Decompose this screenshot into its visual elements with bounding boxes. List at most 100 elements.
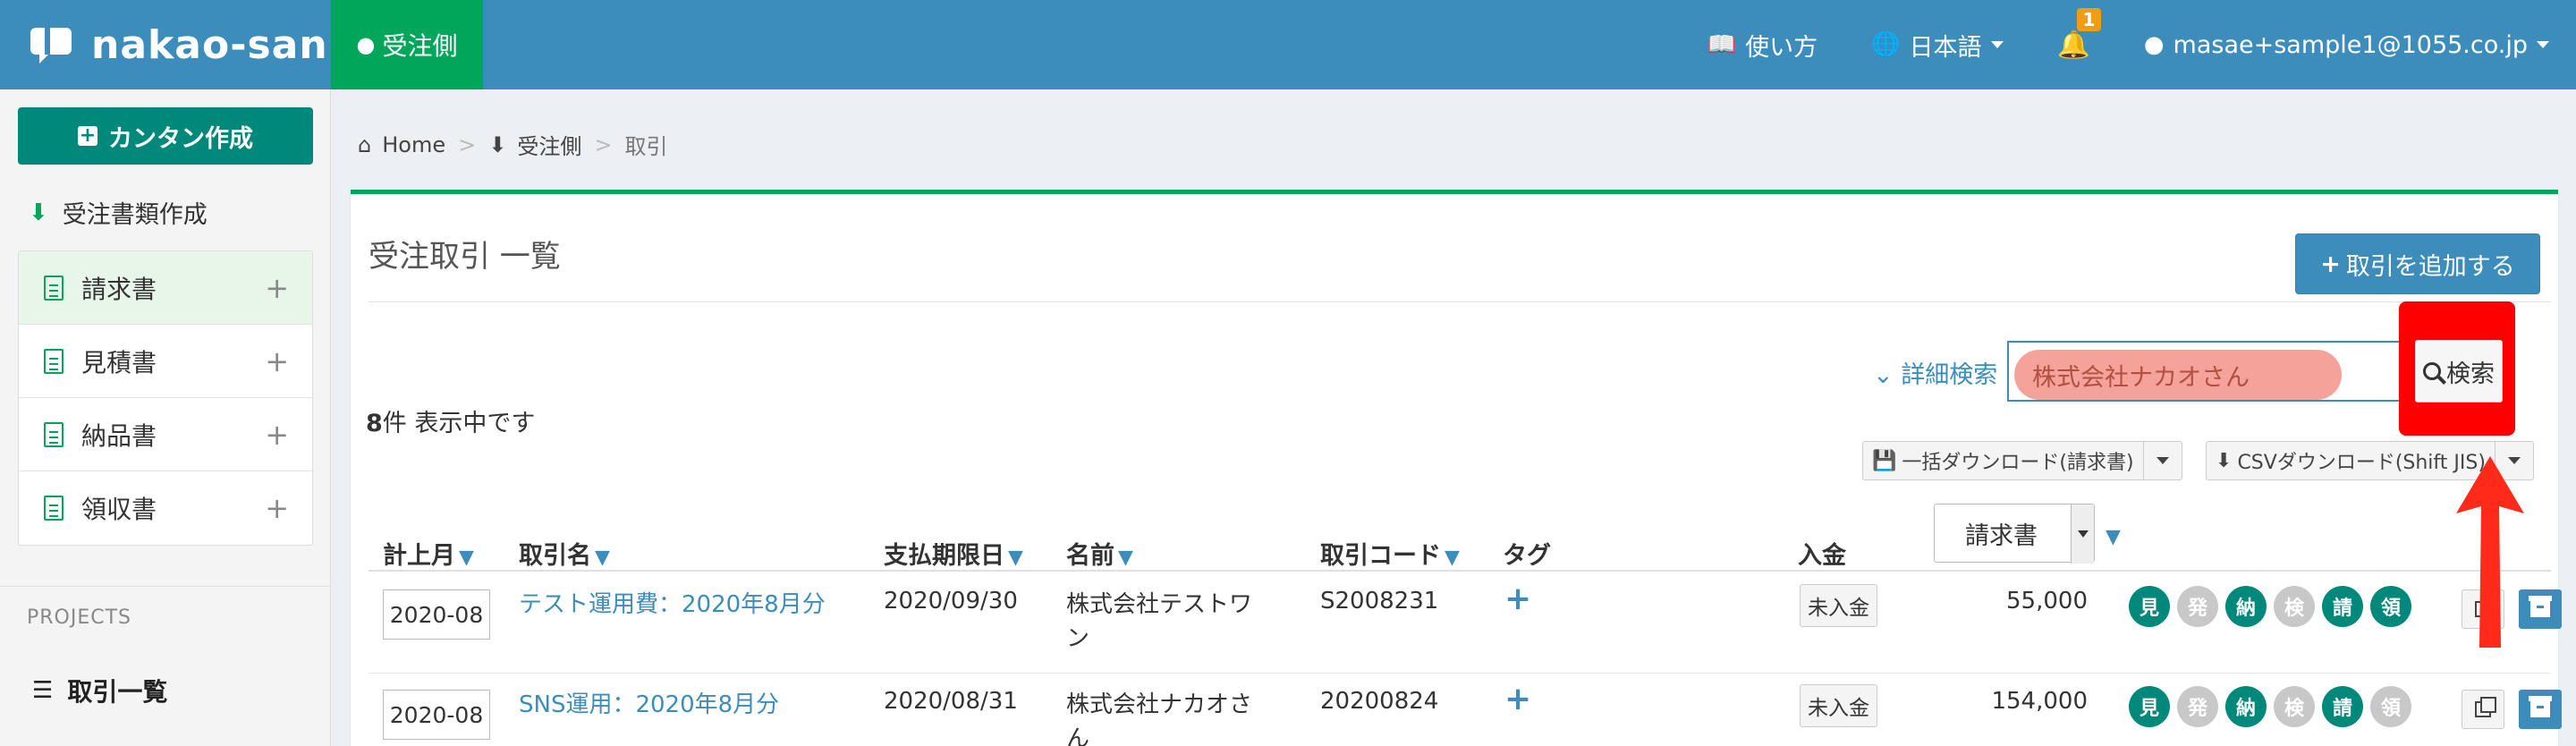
plus-icon[interactable]: + <box>265 491 289 525</box>
receipt-badge[interactable]: 領 <box>2370 686 2411 727</box>
archive-icon <box>2529 596 2552 617</box>
download-icon: ⬇ <box>29 199 48 226</box>
copy-button[interactable] <box>2462 690 2504 729</box>
column-label: 支払期限日 <box>884 542 1004 570</box>
easy-create-label: カンタン作成 <box>108 124 253 153</box>
user-icon: ● <box>2143 31 2165 58</box>
mode-tab-receiving[interactable]: ● 受注側 <box>331 0 483 89</box>
delivery-badge[interactable]: 納 <box>2225 686 2267 727</box>
bulk-download-dropdown[interactable] <box>2144 442 2182 479</box>
plus-icon[interactable]: + <box>265 418 289 452</box>
language-label: 日本語 <box>1909 33 1982 62</box>
sort-icon: ▼ <box>1008 547 1023 569</box>
client-name-line: ん <box>1066 725 1090 746</box>
sidebar-item-estimate[interactable]: 見積書 + <box>19 325 312 398</box>
deal-list-panel: 受注取引 一覧 + 取引を追加する ⌄ 詳細検索 株式会社ナカオさん 検索 8件… <box>351 190 2562 746</box>
doc-create-heading: ⬇ 受注書類作成 <box>29 195 208 230</box>
column-label: 名前 <box>1066 542 1114 570</box>
month-field[interactable]: 2020-08 <box>383 690 490 740</box>
table-row: 2020-08 テスト運用費：2020年8月分 2020/09/30 株式会社テ… <box>369 573 2562 674</box>
save-icon: 💾 <box>1872 449 1897 472</box>
nav-right: 📖 使い方 🌐 日本語 🔔 1 ● masae+sample1@1055.co.… <box>1707 0 2576 89</box>
help-link[interactable]: 📖 使い方 <box>1707 28 1818 63</box>
deal-code: S2008231 <box>1320 588 1439 615</box>
breadcrumb-receiving[interactable]: 受注側 <box>517 129 581 160</box>
mode-tab-label: 受注側 <box>382 31 458 61</box>
due-date: 2020/09/30 <box>884 588 1018 615</box>
notification-badge: 1 <box>2076 7 2102 31</box>
doc-type-select[interactable]: 請求書 <box>1934 504 2095 564</box>
breadcrumb: ⌂ Home > ⬇ 受注側 > 取引 <box>358 129 667 160</box>
csv-download-button[interactable]: ⬇ CSVダウンロード(Shift JIS) <box>2207 442 2496 479</box>
invoice-badge[interactable]: 請 <box>2322 686 2363 727</box>
bulk-download-button[interactable]: 💾 一括ダウンロード(請求書) <box>1863 442 2144 479</box>
add-tag-icon[interactable]: + <box>1504 581 1531 617</box>
app-logo[interactable]: nakao-san <box>0 0 331 89</box>
language-dropdown[interactable]: 🌐 日本語 <box>1871 28 2004 63</box>
due-date: 2020/08/31 <box>884 688 1018 715</box>
search-icon <box>2423 362 2441 380</box>
sidebar-item-delivery[interactable]: 納品書 + <box>19 398 312 471</box>
payment-status-badge[interactable]: 未入金 <box>1800 584 1877 627</box>
easy-create-button[interactable]: + カンタン作成 <box>18 107 313 165</box>
inspection-badge[interactable]: 検 <box>2274 686 2315 727</box>
receipt-badge[interactable]: 領 <box>2370 586 2411 627</box>
sidebar-item-label: 見積書 <box>81 347 157 377</box>
sidebar-item-label: 納品書 <box>81 420 157 451</box>
copy-icon <box>2475 697 2496 717</box>
doc-type-sort[interactable]: ▼ <box>2102 521 2121 549</box>
amount: 55,000 <box>2006 588 2088 615</box>
estimate-badge[interactable]: 見 <box>2129 686 2170 727</box>
search-button[interactable]: 検索 <box>2415 340 2503 403</box>
sidebar-item-deal-list[interactable]: ☰ 取引一覧 <box>32 673 167 708</box>
download-icon: ⬇ <box>2216 449 2233 472</box>
sort-icon: ▼ <box>1445 547 1460 569</box>
user-icon: ● <box>356 32 376 57</box>
file-icon <box>44 421 64 447</box>
column-header-name[interactable]: 取引名 ▼ <box>519 536 610 571</box>
document-status-badges: 見 発 納 検 請 領 <box>2129 586 2419 627</box>
add-tag-icon[interactable]: + <box>1504 681 1531 717</box>
column-header-client[interactable]: 名前 ▼ <box>1066 536 1133 571</box>
user-menu[interactable]: ● masae+sample1@1055.co.jp <box>2144 31 2549 59</box>
top-navbar: nakao-san ● 受注側 📖 使い方 🌐 日本語 🔔 1 ● masae+… <box>0 0 2576 89</box>
doc-type-select-value: 請求書 <box>1965 521 2038 550</box>
deal-list-label: 取引一覧 <box>67 677 168 707</box>
notification-bell[interactable]: 🔔 1 <box>2056 7 2102 61</box>
order-badge[interactable]: 発 <box>2177 686 2218 727</box>
invoice-badge[interactable]: 請 <box>2322 586 2363 627</box>
plus-icon[interactable]: + <box>265 344 289 378</box>
archive-icon <box>2529 696 2552 717</box>
archive-button[interactable] <box>2519 690 2562 729</box>
breadcrumb-home[interactable]: Home <box>382 132 445 157</box>
column-header-due[interactable]: 支払期限日 ▼ <box>884 536 1023 571</box>
month-field[interactable]: 2020-08 <box>383 589 490 640</box>
divider <box>0 586 331 587</box>
client-name-line: 株式会社ナカオさ <box>1066 691 1253 718</box>
sidebar-item-invoice[interactable]: 請求書 + <box>19 251 312 325</box>
delivery-badge[interactable]: 納 <box>2225 586 2267 627</box>
search-input[interactable]: 株式会社ナカオさん <box>2007 341 2401 402</box>
deal-name-link[interactable]: SNS運用：2020年8月分 <box>519 686 779 719</box>
column-label: 取引コード <box>1320 542 1441 570</box>
row-actions <box>2462 690 2562 729</box>
advanced-search-toggle[interactable]: ⌄ 詳細検索 <box>1873 355 1997 390</box>
column-header-month[interactable]: 計上月 ▼ <box>383 536 474 571</box>
order-badge[interactable]: 発 <box>2177 586 2218 627</box>
column-label: 計上月 <box>383 542 455 570</box>
globe-icon: 🌐 <box>1871 31 1901 58</box>
sidebar-item-receipt[interactable]: 領収書 + <box>19 471 312 545</box>
column-header-payment: 入金 <box>1798 542 1846 570</box>
file-icon <box>44 348 64 374</box>
payment-status-badge[interactable]: 未入金 <box>1800 684 1877 727</box>
chevron-down-icon <box>2537 41 2549 48</box>
annotation-arrow-icon <box>2456 456 2524 648</box>
estimate-badge[interactable]: 見 <box>2129 586 2170 627</box>
plus-icon[interactable]: + <box>265 271 289 305</box>
add-deal-button[interactable]: + 取引を追加する <box>2295 233 2540 294</box>
column-header-code[interactable]: 取引コード ▼ <box>1320 536 1460 571</box>
bell-icon: 🔔 <box>2056 29 2090 61</box>
deal-name-link[interactable]: テスト運用費：2020年8月分 <box>519 586 826 619</box>
chevron-down-icon <box>2071 504 2094 564</box>
inspection-badge[interactable]: 検 <box>2274 586 2315 627</box>
